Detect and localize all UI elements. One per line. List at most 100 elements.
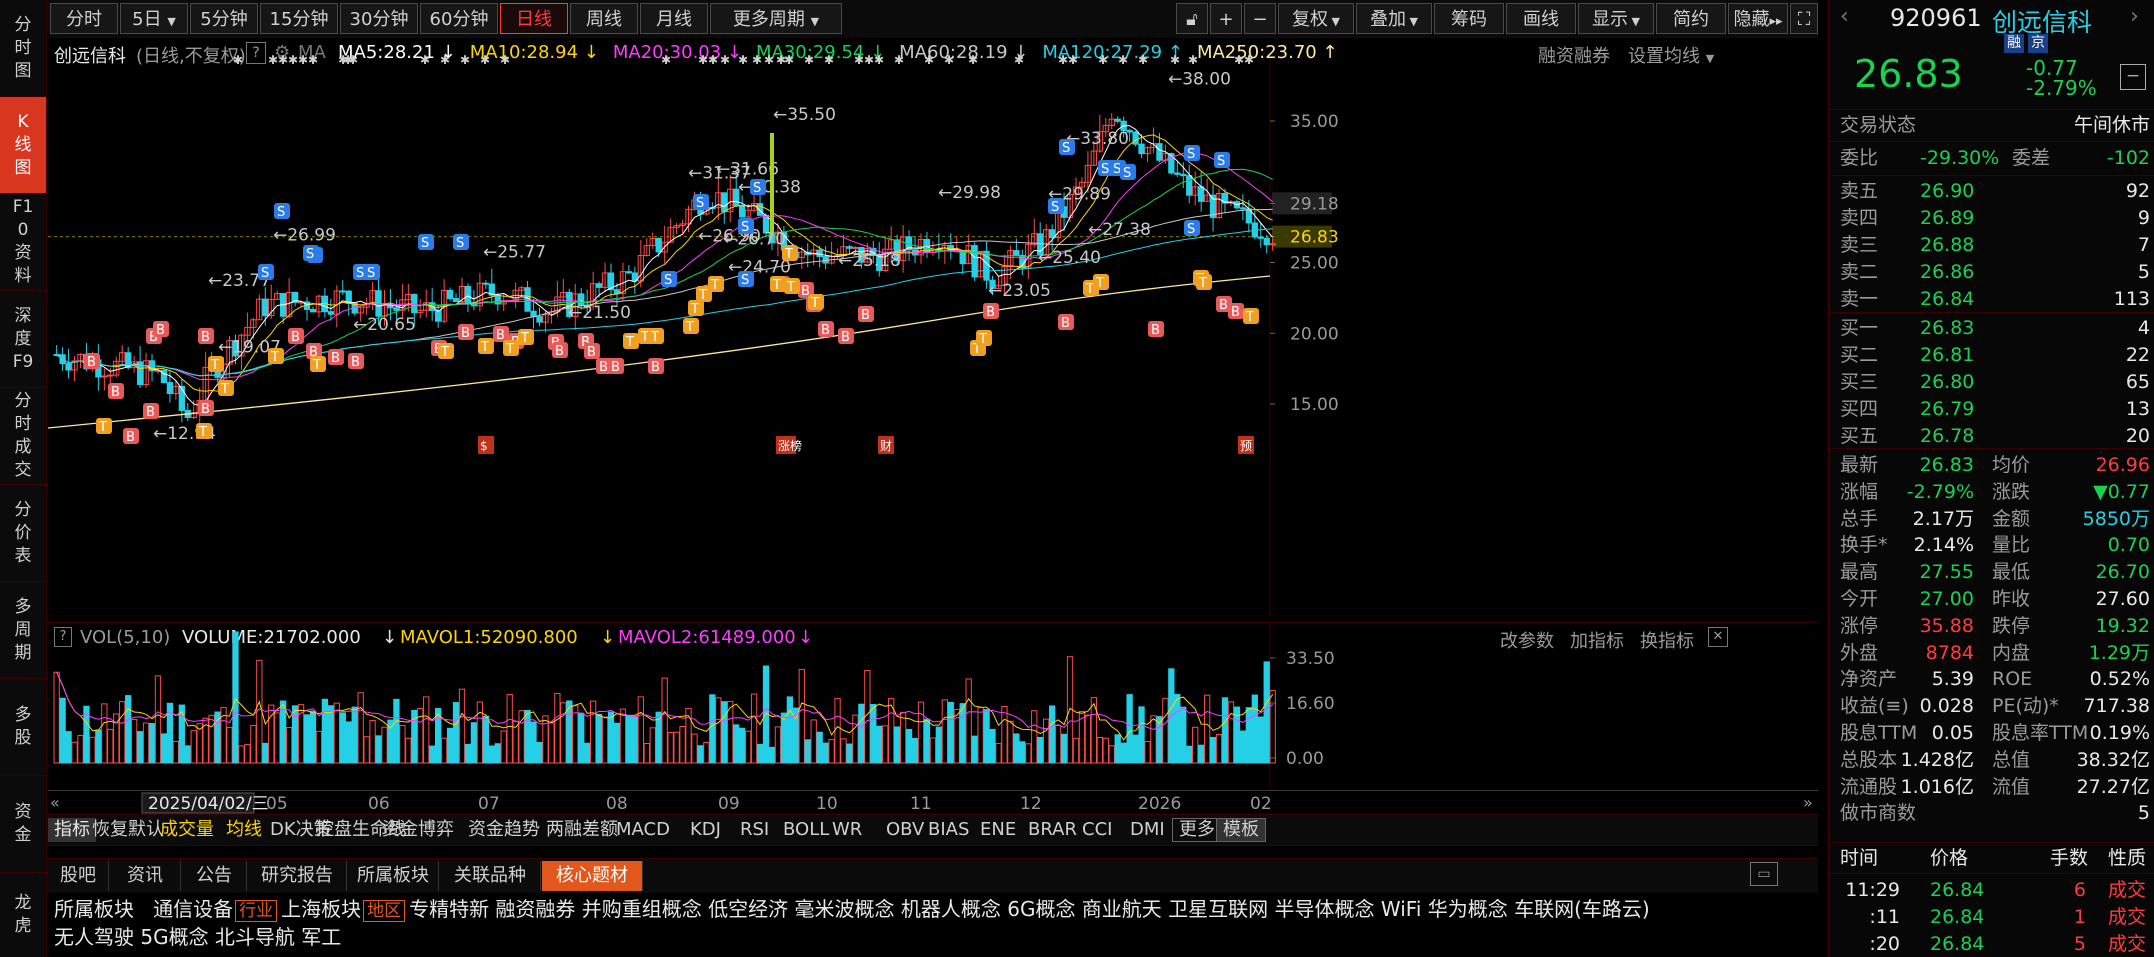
- concept-line-2[interactable]: 无人驾驶 5G概念 北斗导航 军工: [54, 923, 1814, 951]
- tab-1[interactable]: 资讯: [110, 861, 181, 891]
- concept-items[interactable]: 专精特新 融资融券 并购重组概念 低空经济 毫米波概念 机器人概念 6G概念 商…: [409, 897, 1650, 921]
- volume-bar: [524, 710, 531, 764]
- nav-kline[interactable]: K线图: [0, 97, 46, 194]
- tab-2[interactable]: 公告: [182, 861, 247, 891]
- indicator-tab-18[interactable]: CCI: [1082, 818, 1112, 842]
- indicator-tab-12[interactable]: BOLL: [783, 818, 829, 842]
- nav-capital[interactable]: 资金: [0, 776, 46, 873]
- draw-line-button[interactable]: 画线: [1506, 3, 1576, 34]
- indicator-tab-14[interactable]: OBV: [886, 818, 924, 842]
- nav-fenshi[interactable]: 分时图: [0, 0, 46, 97]
- expand-icon[interactable]: ⛶: [1790, 3, 1818, 34]
- period-weekly[interactable]: 周线: [570, 3, 638, 34]
- indicator-tab-10[interactable]: KDJ: [690, 818, 721, 842]
- indicator-tab-15[interactable]: BIAS: [928, 818, 969, 842]
- volume-pane[interactable]: ? VOL(5,10) VOLUME:21702.000 ↓ MAVOL1:52…: [48, 622, 1818, 793]
- event-badge[interactable]: $: [478, 436, 494, 454]
- indicator-tab-16[interactable]: ENE: [980, 818, 1016, 842]
- stat-label: 流值: [1992, 775, 2031, 798]
- period-60min[interactable]: 60分钟: [420, 3, 498, 34]
- panel-expand-icon[interactable]: ›: [2130, 4, 2139, 29]
- star-marker: ✱: [348, 53, 358, 67]
- period-monthly[interactable]: 月线: [640, 3, 708, 34]
- indicator-tab-21[interactable]: 模板: [1216, 818, 1266, 842]
- region-name[interactable]: 上海板块: [281, 897, 361, 921]
- stat-value: 0.70: [2107, 534, 2150, 557]
- volume-bar: [315, 730, 323, 764]
- minus-icon[interactable]: −: [1244, 3, 1276, 34]
- period-daily[interactable]: 日线: [500, 3, 568, 34]
- indicator-tab-7[interactable]: 资金趋势: [468, 818, 540, 842]
- period-5min[interactable]: 5分钟: [190, 3, 258, 34]
- time-axis[interactable]: « 2025/04/02/三 05 06 07 08 09 10 11 12 2026 02 »: [48, 790, 1818, 815]
- tab-6[interactable]: 核心题材: [542, 861, 643, 891]
- tab-5[interactable]: 关联品种: [440, 861, 541, 891]
- nav-fenjia[interactable]: 分价表: [0, 485, 46, 582]
- nav-multi-period[interactable]: 多周期: [0, 582, 46, 679]
- stat-label: 股息率TTM: [1992, 722, 2089, 744]
- b-marker-label: B: [986, 305, 995, 320]
- fuquan-dropdown[interactable]: 复权 ▼: [1278, 3, 1354, 34]
- indicator-tab-13[interactable]: WR: [832, 818, 862, 842]
- scroll-left-icon[interactable]: «: [50, 793, 60, 812]
- nav-f10[interactable]: F10资料: [0, 194, 46, 291]
- indicator-tab-0[interactable]: 指标: [48, 818, 96, 842]
- time-axis-svg[interactable]: « 2025/04/02/三05 06 07 08 09 10 11 12 2026 02 »: [48, 791, 1818, 815]
- double-chevron-right-icon: ▸▸: [1769, 14, 1783, 29]
- tab-4[interactable]: 所属板块: [348, 861, 439, 891]
- remove-watchlist-icon[interactable]: −: [2120, 64, 2146, 90]
- tab-0[interactable]: 股吧: [48, 861, 109, 891]
- indicator-tab-2[interactable]: 成交量: [160, 818, 214, 842]
- scroll-right-icon[interactable]: »: [1803, 793, 1813, 812]
- volume-bar: [53, 671, 60, 764]
- overlay-dropdown[interactable]: 叠加 ▼: [1356, 3, 1432, 34]
- volume-bar: [1114, 734, 1121, 764]
- price-annotation: ←24.70: [728, 258, 791, 278]
- indicator-tab-6[interactable]: 资金博弈: [382, 818, 454, 842]
- period-more[interactable]: 更多周期 ▼: [710, 3, 842, 34]
- nav-depth[interactable]: 深度F9: [0, 291, 46, 388]
- bid-price: 26.78: [1920, 425, 1975, 447]
- indicator-tab-11[interactable]: RSI: [740, 818, 769, 842]
- bid-row: 买四 26.79 13: [1840, 396, 2150, 422]
- status-label: 交易状态: [1840, 114, 1917, 136]
- kline-plot[interactable]: 35.00 29.18 26.83 25.00 20.00 15.00 ←38.00 ←35.…: [48, 38, 1818, 620]
- nav-fenshi-chengjiao[interactable]: 分时成交: [0, 388, 46, 485]
- period-30min[interactable]: 30分钟: [340, 3, 418, 34]
- period-fenshi[interactable]: 分时: [50, 3, 118, 34]
- chips-button[interactable]: 筹码: [1434, 3, 1504, 34]
- indicator-tab-9[interactable]: MACD: [616, 818, 670, 842]
- indicator-tab-17[interactable]: BRAR: [1028, 818, 1077, 842]
- period-15min[interactable]: 15分钟: [260, 3, 338, 34]
- nav-multi-stock[interactable]: 多股: [0, 679, 46, 776]
- display-dropdown[interactable]: 显示 ▼: [1578, 3, 1654, 34]
- panel-collapse-icon[interactable]: ‹: [1840, 4, 1849, 29]
- event-badge[interactable]: 预: [1238, 436, 1254, 454]
- s-marker-label: S: [696, 196, 704, 211]
- star-marker: ✱: [874, 53, 884, 67]
- volume-plot[interactable]: 33.50 16.60 0.00: [48, 623, 1818, 791]
- candle-body: [1156, 143, 1163, 161]
- hide-button[interactable]: 隐藏▸▸: [1728, 3, 1788, 34]
- lock-icon[interactable]: 🔓︎: [1176, 3, 1208, 34]
- period-5day[interactable]: 5日 ▼: [120, 3, 188, 34]
- simple-button[interactable]: 简约: [1656, 3, 1726, 34]
- plus-icon[interactable]: +: [1210, 3, 1242, 34]
- event-badge[interactable]: 财: [878, 436, 894, 454]
- b-marker-label: B: [651, 360, 660, 375]
- tab-3[interactable]: 研究报告: [248, 861, 347, 891]
- industry-name[interactable]: 通信设备: [153, 897, 233, 921]
- volume-bar: [643, 742, 650, 764]
- indicator-tab-20[interactable]: 更多: [1172, 818, 1222, 842]
- indicator-tab-8[interactable]: 两融差额: [546, 818, 618, 842]
- indicator-tab-3[interactable]: 均线: [226, 818, 262, 842]
- indicator-tab-1[interactable]: 恢复默认: [92, 818, 164, 842]
- kline-chart[interactable]: 创远信科 (日线,不复权) ? ⚙ MA MA5:28.21 ↓ MA10:28.…: [48, 38, 1818, 620]
- minimize-panel-icon[interactable]: ▭: [1750, 862, 1778, 886]
- event-badge[interactable]: 涨榜: [776, 436, 802, 454]
- indicator-tab-19[interactable]: DMI: [1130, 818, 1165, 842]
- t-marker-label: T: [625, 335, 634, 350]
- volume-bar: [923, 718, 931, 764]
- star-marker: ✱: [1118, 53, 1128, 67]
- nav-longhu[interactable]: 龙虎: [0, 873, 46, 957]
